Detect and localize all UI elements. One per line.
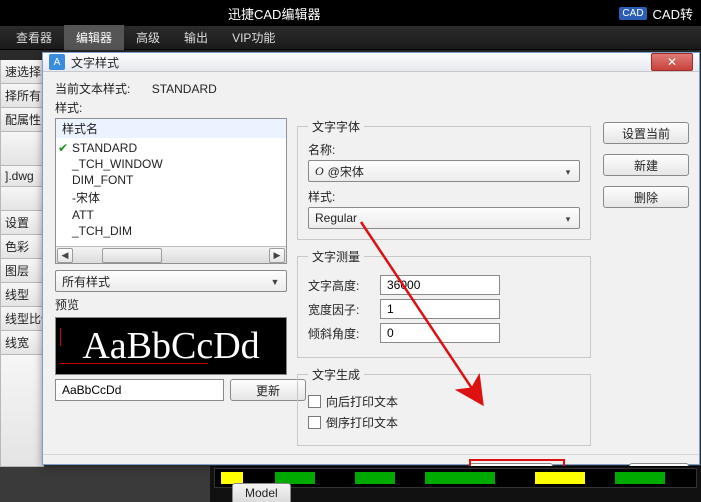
col-mid: 文字字体 名称: O @宋体 ▾ 样式: Regular ▾ 文字测量 — [297, 118, 591, 454]
width-label: 宽度因子: — [308, 301, 380, 318]
text-style-dialog: A 文字样式 ✕ 当前文本样式: STANDARD 样式: 样式名 ✔ — [42, 52, 700, 465]
style-list-header: 样式名 — [56, 119, 286, 138]
checkbox-icon[interactable] — [308, 395, 321, 408]
dialog-title: 文字样式 — [71, 54, 119, 71]
left-cell[interactable]: 色彩 — [0, 235, 44, 259]
dialog-body: 当前文本样式: STANDARD 样式: 样式名 ✔ STANDARD _TCH… — [43, 72, 699, 454]
style-item-label: STANDARD — [72, 141, 137, 155]
chk-upsidedown-row[interactable]: 倒序打印文本 — [308, 414, 580, 431]
font-name-label: 名称: — [308, 141, 580, 158]
font-group: 文字字体 名称: O @宋体 ▾ 样式: Regular ▾ — [297, 118, 591, 240]
style-item-label: -宋体 — [72, 189, 100, 206]
oblique-label: 倾斜角度: — [308, 325, 380, 342]
left-cell — [0, 187, 44, 211]
font-style-value: Regular — [315, 211, 357, 225]
app-titlebar: 迅捷CAD编辑器 CAD CAD转 — [0, 0, 701, 26]
preview-box: AaBbCcDd — [55, 317, 287, 375]
left-cell[interactable]: 择所有 — [0, 84, 44, 108]
ribbon-tab-vip[interactable]: VIP功能 — [220, 25, 287, 50]
ribbon-tab-advanced[interactable]: 高级 — [124, 25, 172, 50]
style-item-label: DIM_FONT — [72, 173, 133, 187]
style-list-header-label: 样式名 — [62, 120, 98, 137]
current-style-value: STANDARD — [152, 82, 217, 96]
style-item-label: _TCH_DIM — [72, 224, 132, 238]
preview-text: AaBbCcDd — [82, 324, 259, 368]
font-name-combo[interactable]: O @宋体 ▾ — [308, 160, 580, 182]
left-cell[interactable]: 图层 — [0, 259, 44, 283]
model-tab[interactable]: Model — [232, 483, 291, 502]
col-left: 样式名 ✔ STANDARD _TCH_WINDOW DIM_FONT -宋体 … — [55, 118, 287, 454]
chk-backwards-row[interactable]: 向后打印文本 — [308, 393, 580, 410]
dialog-titlebar[interactable]: A 文字样式 ✕ — [43, 53, 699, 72]
height-label: 文字高度: — [308, 277, 380, 294]
chevron-down-icon: ▾ — [561, 212, 575, 226]
app-right-text: CAD转 — [653, 4, 693, 23]
scroll-left-icon[interactable]: ◀ — [57, 248, 73, 263]
left-cell — [0, 355, 44, 467]
font-style-combo[interactable]: Regular ▾ — [308, 207, 580, 229]
app-title: 迅捷CAD编辑器 — [228, 4, 320, 23]
hscrollbar[interactable]: ◀ ▶ — [56, 246, 286, 263]
cad-badge: CAD — [619, 7, 646, 20]
chevron-down-icon: ▾ — [561, 165, 575, 179]
ribbon-tab-output[interactable]: 输出 — [172, 25, 220, 50]
update-button[interactable]: 更新 — [230, 379, 306, 401]
col-right: 设置当前 新建 删除 — [601, 118, 689, 454]
left-cell — [0, 132, 44, 166]
style-list[interactable]: 样式名 ✔ STANDARD _TCH_WINDOW DIM_FONT -宋体 … — [55, 118, 287, 264]
style-item[interactable]: _TCH_WINDOW — [56, 156, 286, 172]
style-item[interactable]: ATT — [56, 207, 286, 223]
left-cell[interactable]: 速选择 — [0, 60, 44, 84]
style-filter-combo[interactable]: 所有样式 ▼ — [55, 270, 287, 292]
ribbon-tab-editor[interactable]: 编辑器 — [64, 25, 124, 50]
dialog-icon: A — [49, 54, 65, 70]
oblique-input[interactable] — [380, 323, 500, 343]
close-icon: ✕ — [667, 55, 677, 69]
styles-label: 样式: — [55, 99, 689, 116]
new-button[interactable]: 新建 — [603, 154, 689, 176]
style-item[interactable]: DIM_FONT — [56, 172, 286, 188]
style-item[interactable]: _TCH_DIM — [56, 223, 286, 239]
measure-group-title: 文字测量 — [308, 248, 364, 265]
chk-upsidedown-label: 倒序打印文本 — [326, 414, 398, 431]
measure-group: 文字测量 文字高度: 宽度因子: 倾斜角度: — [297, 248, 591, 358]
left-cell[interactable]: 线型 — [0, 283, 44, 307]
preview-input[interactable] — [55, 379, 224, 401]
preview-label: 预览 — [55, 296, 287, 313]
close-button[interactable]: ✕ — [651, 53, 693, 71]
style-filter-value: 所有样式 — [62, 273, 110, 290]
set-current-button[interactable]: 设置当前 — [603, 122, 689, 144]
check-icon: ✔ — [58, 141, 68, 155]
chevron-down-icon: ▼ — [268, 275, 282, 289]
scroll-thumb[interactable] — [102, 248, 162, 263]
font-name-value: @宋体 — [328, 163, 364, 180]
ribbon-tab-viewer[interactable]: 查看器 — [4, 25, 64, 50]
font-style-label: 样式: — [308, 188, 580, 205]
checkbox-icon[interactable] — [308, 416, 321, 429]
gen-group-title: 文字生成 — [308, 366, 364, 383]
left-cell[interactable]: 线型比例 — [0, 307, 44, 331]
current-style-label: 当前文本样式: — [55, 82, 130, 96]
width-input[interactable] — [380, 299, 500, 319]
scroll-right-icon[interactable]: ▶ — [269, 248, 285, 263]
font-group-title: 文字字体 — [308, 118, 364, 135]
style-item-label: _TCH_WINDOW — [72, 157, 163, 171]
style-item-label: ATT — [72, 208, 94, 222]
left-cell[interactable]: 设置 — [0, 211, 44, 235]
gen-group: 文字生成 向后打印文本 倒序打印文本 — [297, 366, 591, 446]
current-style-row: 当前文本样式: STANDARD — [55, 80, 689, 97]
left-cell[interactable]: 配属性 — [0, 108, 44, 132]
left-cell[interactable]: 线宽 — [0, 331, 44, 355]
ribbon-tabs: 查看器 编辑器 高级 输出 VIP功能 — [0, 26, 701, 50]
left-panel: 速选择 择所有 配属性 ].dwg 设置 色彩 图层 线型 线型比例 线宽 — [0, 60, 44, 467]
style-item[interactable]: ✔ STANDARD — [56, 140, 286, 156]
style-item[interactable]: -宋体 — [56, 188, 286, 207]
delete-button[interactable]: 删除 — [603, 186, 689, 208]
left-cell[interactable]: ].dwg — [0, 166, 44, 187]
height-input[interactable] — [380, 275, 500, 295]
chk-backwards-label: 向后打印文本 — [326, 393, 398, 410]
font-icon: O — [315, 164, 324, 179]
